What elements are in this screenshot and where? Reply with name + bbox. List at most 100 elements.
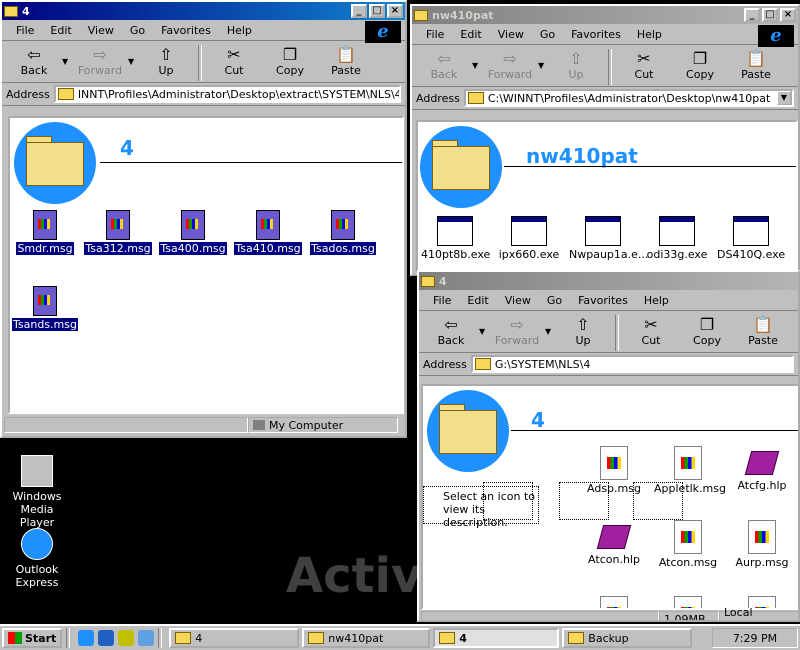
minimize-button[interactable]: _	[351, 4, 367, 18]
file-item[interactable]: Tsands.msg	[10, 286, 80, 331]
maximize-button[interactable]: □	[369, 4, 385, 18]
menu-edit[interactable]: Edit	[467, 294, 488, 307]
taskbar-button-nw410pat[interactable]: nw410pat	[302, 628, 431, 648]
menu-view[interactable]: View	[88, 24, 114, 37]
taskbar-button-4[interactable]: 4	[169, 628, 300, 648]
forward-button[interactable]: ⇨ Forward	[482, 49, 538, 82]
file-item[interactable]: Atcfg.hlp	[727, 446, 797, 492]
folder-icon	[568, 632, 585, 644]
copy-button[interactable]: ❐ Copy	[679, 314, 735, 348]
cut-button[interactable]: ✂ Cut	[623, 315, 679, 348]
menu-go[interactable]: Go	[540, 28, 555, 41]
up-folder-icon: ⇧	[569, 48, 583, 68]
maximize-button[interactable]: □	[762, 8, 778, 22]
file-item[interactable]: 410pt8b.exe	[420, 216, 490, 261]
copy-button[interactable]: ❐ Copy	[672, 49, 728, 82]
menu-file[interactable]: File	[433, 294, 451, 307]
folder-content[interactable]: nw410pat 410pt8b.exe ipx660.exe Nwpaup1a…	[416, 120, 798, 274]
menu-help[interactable]: Help	[644, 294, 669, 307]
minimize-button[interactable]: _	[744, 8, 760, 22]
explorer-window-4[interactable]: 4 _ □ × File Edit View Go Favorites Help…	[0, 0, 407, 438]
menu-file[interactable]: File	[426, 28, 444, 41]
file-item[interactable]: Aurp.msg	[727, 520, 797, 569]
address-dropdown[interactable]: ▼	[776, 91, 792, 105]
status-zone: Local intranet	[719, 606, 798, 620]
title-bar[interactable]: 4	[419, 272, 798, 290]
taskbar-button-backup[interactable]: Backup	[562, 628, 693, 648]
copy-icon: ❐	[699, 314, 715, 334]
address-input[interactable]: INNT\Profiles\Administrator\Desktop\extr…	[53, 85, 401, 103]
file-item[interactable]: Tsa312.msg	[83, 210, 153, 255]
outlook-quicklaunch-icon[interactable]	[98, 630, 115, 646]
address-input[interactable]: G:\SYSTEM\NLS\4	[470, 355, 794, 373]
back-dropdown[interactable]: ▼	[479, 327, 489, 336]
file-item[interactable]: Atcon.msg	[653, 520, 723, 569]
menu-go[interactable]: Go	[130, 24, 145, 37]
menu-help[interactable]: Help	[637, 28, 662, 41]
file-item[interactable]: Smdr.msg	[10, 210, 80, 255]
file-item[interactable]: Tsados.msg	[308, 210, 378, 255]
cut-button[interactable]: ✂ Cut	[616, 49, 672, 82]
desktop-icon-outlook-express[interactable]: Outlook Express	[2, 528, 72, 589]
back-dropdown[interactable]: ▼	[472, 61, 482, 70]
cut-button[interactable]: ✂ Cut	[206, 45, 262, 78]
file-item[interactable]: Appletlk.msg	[653, 446, 726, 495]
paste-button[interactable]: 📋 Paste	[735, 315, 791, 348]
file-item[interactable]: Tsa400.msg	[158, 210, 228, 255]
taskbar-button-4-active[interactable]: 4	[433, 628, 560, 648]
back-button[interactable]: ⇦ Back	[423, 315, 479, 348]
channels-quicklaunch-icon[interactable]	[138, 630, 155, 646]
explorer-window-nw410pat[interactable]: nw410pat _ □ × File Edit View Go Favorit…	[410, 4, 800, 276]
paste-button[interactable]: 📋 Paste	[728, 49, 784, 82]
desktop-icon-windows-media-player[interactable]: Windows Media Player	[2, 455, 72, 529]
menu-favorites[interactable]: Favorites	[578, 294, 628, 307]
menu-go[interactable]: Go	[547, 294, 562, 307]
forward-dropdown[interactable]: ▼	[538, 61, 548, 70]
file-item[interactable]: Nwpaup1a.e...	[568, 216, 648, 261]
file-item[interactable]: DS410Q.exe	[716, 216, 786, 261]
explorer-window-g-4[interactable]: 4 File Edit View Go Favorites Help ⇦ Back…	[417, 270, 800, 622]
ie-quicklaunch-icon[interactable]	[78, 630, 95, 646]
forward-button[interactable]: ⇨ Forward	[72, 45, 128, 78]
up-button[interactable]: ⇧ Up	[555, 315, 611, 348]
menu-view[interactable]: View	[498, 28, 524, 41]
up-button[interactable]: ⇧ Up	[138, 44, 194, 78]
menu-edit[interactable]: Edit	[50, 24, 71, 37]
paste-button[interactable]: 📋 Paste	[318, 45, 374, 78]
computer-icon	[253, 420, 265, 430]
file-item[interactable]: Tsa410.msg	[233, 210, 303, 255]
folder-content[interactable]: 4 Smdr.msg Tsa312.msg Tsa400.msg Tsa410.…	[8, 116, 404, 414]
menu-favorites[interactable]: Favorites	[161, 24, 211, 37]
menu-view[interactable]: View	[505, 294, 531, 307]
address-input[interactable]: C:\WINNT\Profiles\Administrator\Desktop\…	[463, 89, 794, 107]
file-item[interactable]: Adsp.msg	[579, 446, 649, 495]
folder-icon	[308, 632, 325, 644]
forward-dropdown[interactable]: ▼	[545, 327, 555, 336]
file-item[interactable]: odi33g.exe	[642, 216, 712, 261]
back-button[interactable]: ⇦ Back	[6, 45, 62, 78]
back-dropdown[interactable]: ▼	[62, 57, 72, 66]
up-button[interactable]: ⇧ Up	[548, 48, 604, 82]
menu-file[interactable]: File	[16, 24, 34, 37]
copy-button[interactable]: ❐ Copy	[262, 45, 318, 78]
msg-file-icon	[106, 210, 130, 240]
close-button[interactable]: ×	[780, 8, 796, 22]
back-button[interactable]: ⇦ Back	[416, 49, 472, 82]
menu-favorites[interactable]: Favorites	[571, 28, 621, 41]
forward-dropdown[interactable]: ▼	[128, 57, 138, 66]
file-item[interactable]	[653, 596, 723, 608]
system-tray-clock[interactable]: 7:29 PM	[712, 628, 798, 648]
forward-button[interactable]: ⇨ Forward	[489, 315, 545, 348]
menu-help[interactable]: Help	[227, 24, 252, 37]
file-item[interactable]: Atcon.hlp	[579, 520, 649, 566]
title-bar[interactable]: 4 _ □ ×	[2, 2, 405, 20]
menu-edit[interactable]: Edit	[460, 28, 481, 41]
folder-content[interactable]: 4 Select an icon to view its description…	[421, 384, 798, 610]
start-button[interactable]: Start	[2, 628, 63, 648]
file-item[interactable]	[579, 596, 649, 608]
desktop-quicklaunch-icon[interactable]	[118, 630, 135, 646]
close-button[interactable]: ×	[387, 4, 403, 18]
up-folder-icon: ⇧	[159, 44, 173, 64]
title-bar[interactable]: nw410pat _ □ ×	[412, 6, 798, 24]
file-item[interactable]: ipx660.exe	[494, 216, 564, 261]
